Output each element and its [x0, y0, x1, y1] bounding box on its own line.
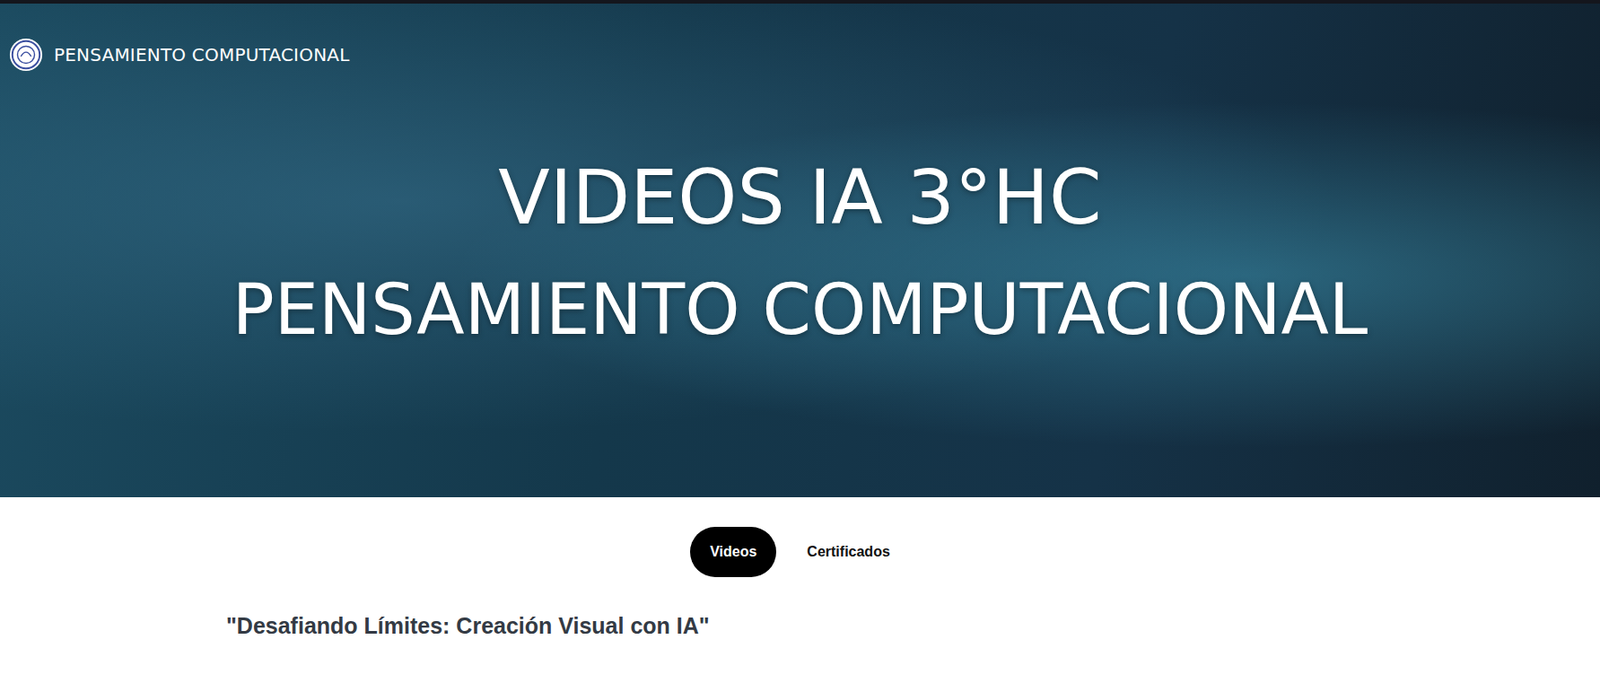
page: PENSAMIENTO COMPUTACIONALVIDEOS IA 3°HCP…	[0, 0, 1600, 692]
video-section: "Desafiando Límites: Creación Visual con…	[0, 577, 1600, 639]
tab-bar: VideosCertificados	[0, 497, 1600, 578]
section-heading: "Desafiando Límites: Creación Visual con…	[226, 612, 1600, 639]
hero-title-line: PENSAMIENTO COMPUTACIONAL	[232, 253, 1369, 367]
site-name[interactable]: PENSAMIENTO COMPUTACIONAL	[53, 43, 350, 66]
hero-title-line: VIDEOS IA 3°HC	[498, 141, 1102, 254]
hero-banner: PENSAMIENTO COMPUTACIONALVIDEOS IA 3°HCP…	[0, 0, 1600, 498]
tab[interactable]: Certificados	[786, 526, 910, 578]
site-header: PENSAMIENTO COMPUTACIONAL	[0, 3, 1600, 72]
hero-title: VIDEOS IA 3°HCPENSAMIENTO COMPUTACIONAL	[0, 141, 1600, 367]
school-logo-icon[interactable]	[8, 37, 44, 72]
tab[interactable]: Videos	[690, 526, 777, 578]
